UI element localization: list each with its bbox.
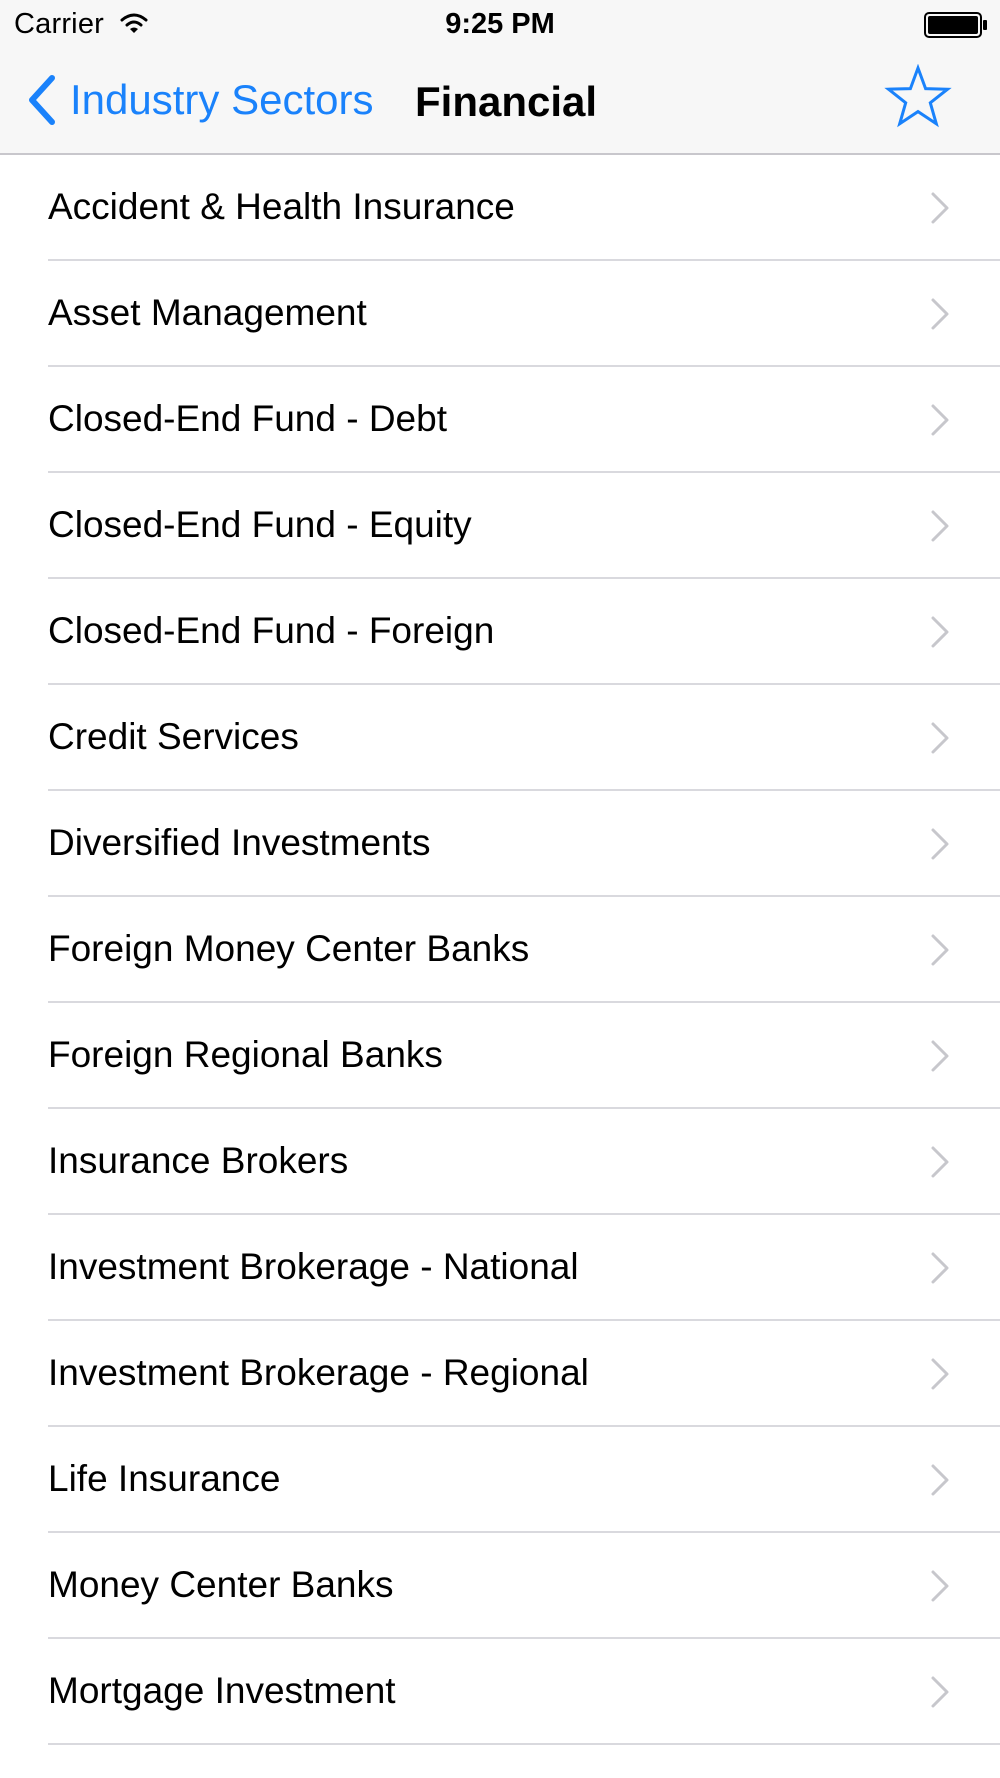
list-item-label: Insurance Brokers xyxy=(48,1140,349,1181)
star-icon[interactable] xyxy=(884,64,952,132)
chevron-right-icon xyxy=(931,1252,949,1284)
list-item-label: Investment Brokerage - Regional xyxy=(48,1352,589,1393)
list-item-label: Investment Brokerage - National xyxy=(48,1246,579,1287)
chevron-right-icon xyxy=(931,828,949,860)
industry-list: Accident & Health Insurance Asset Managem… xyxy=(0,155,1000,1745)
list-item-label: Money Center Banks xyxy=(48,1564,394,1605)
back-button-label: Industry Sectors xyxy=(70,76,374,123)
list-item[interactable]: Accident & Health Insurance xyxy=(0,155,1000,261)
chevron-right-icon xyxy=(931,1676,949,1708)
list-item[interactable]: Closed-End Fund - Equity xyxy=(0,473,1000,579)
chevron-right-icon xyxy=(931,510,949,542)
list-item[interactable]: Investment Brokerage - National xyxy=(0,1215,1000,1321)
list-item[interactable]: Investment Brokerage - Regional xyxy=(0,1321,1000,1427)
list-item-label: Credit Services xyxy=(48,716,299,757)
list-item[interactable]: Asset Management xyxy=(0,261,1000,367)
list-item[interactable]: Foreign Regional Banks xyxy=(0,1003,1000,1109)
list-item-label: Foreign Regional Banks xyxy=(48,1034,443,1075)
chevron-right-icon xyxy=(931,404,949,436)
chevron-right-icon xyxy=(931,192,949,224)
list-item[interactable]: Life Insurance xyxy=(0,1427,1000,1533)
list-item[interactable]: Foreign Money Center Banks xyxy=(0,897,1000,1003)
page-title: Financial xyxy=(415,78,598,125)
list-item-label: Asset Management xyxy=(48,292,367,333)
chevron-right-icon xyxy=(931,1358,949,1390)
chevron-right-icon xyxy=(931,1570,949,1602)
list-item-label: Mortgage Investment xyxy=(48,1670,396,1711)
list-item-label: Closed-End Fund - Debt xyxy=(48,398,447,439)
list-item[interactable]: Mortgage Investment xyxy=(0,1639,1000,1745)
list-item[interactable]: Insurance Brokers xyxy=(0,1109,1000,1215)
battery-icon xyxy=(924,12,987,38)
chevron-left-icon xyxy=(29,75,55,125)
list-item[interactable]: Closed-End Fund - Debt xyxy=(0,367,1000,473)
chevron-right-icon xyxy=(931,616,949,648)
list-item-label: Closed-End Fund - Foreign xyxy=(48,610,495,651)
back-button[interactable]: Industry Sectors xyxy=(26,72,373,128)
list-item-label: Life Insurance xyxy=(48,1458,281,1499)
list-item-label: Foreign Money Center Banks xyxy=(48,928,530,969)
chevron-right-icon xyxy=(931,722,949,754)
chevron-right-icon xyxy=(931,298,949,330)
list-item-label: Closed-End Fund - Equity xyxy=(48,504,472,545)
navigation-bar: Industry Sectors Financial xyxy=(0,48,1000,155)
chevron-right-icon xyxy=(931,1146,949,1178)
status-bar: Carrier 9:25 PM xyxy=(0,0,1000,48)
list-item-label: Accident & Health Insurance xyxy=(48,186,515,227)
list-item[interactable]: Closed-End Fund - Foreign xyxy=(0,579,1000,685)
list-item[interactable]: Diversified Investments xyxy=(0,791,1000,897)
chevron-right-icon xyxy=(931,1040,949,1072)
list-item-label: Diversified Investments xyxy=(48,822,431,863)
list-item[interactable]: Credit Services xyxy=(0,685,1000,791)
chevron-right-icon xyxy=(931,1464,949,1496)
status-time: 9:25 PM xyxy=(445,8,555,40)
list-item[interactable]: Money Center Banks xyxy=(0,1533,1000,1639)
chevron-right-icon xyxy=(931,934,949,966)
